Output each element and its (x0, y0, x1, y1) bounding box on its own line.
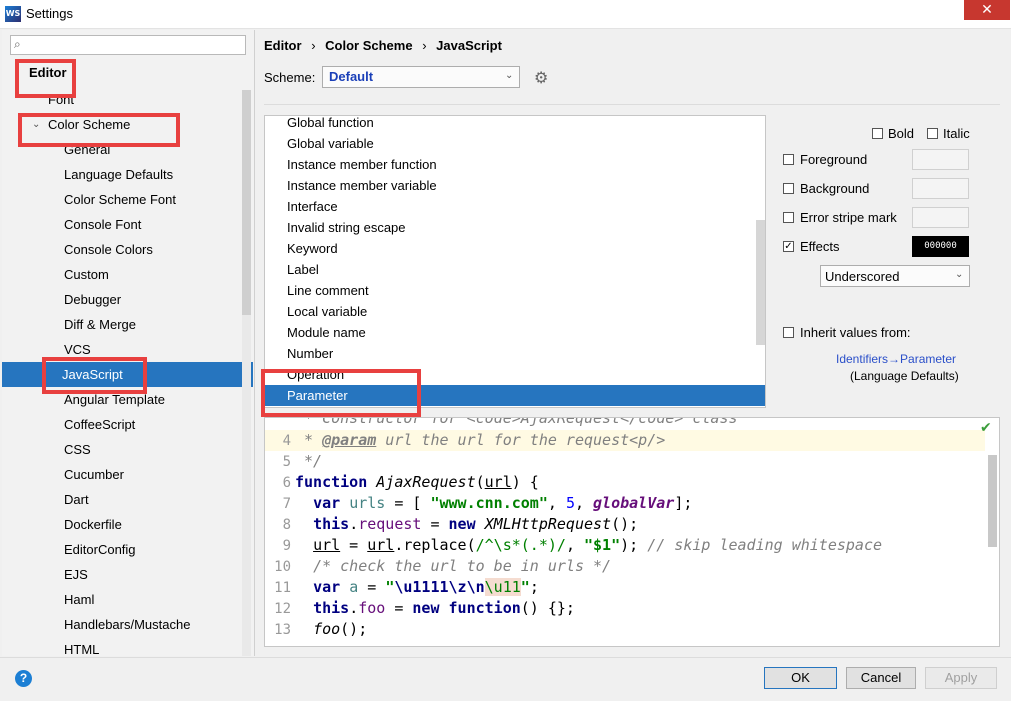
ok-button[interactable]: OK (764, 667, 837, 689)
scheme-label: Scheme: (264, 70, 316, 85)
tree-item-custom[interactable]: Custom (64, 262, 109, 287)
error-stripe-color-swatch[interactable] (912, 207, 969, 228)
gear-icon[interactable]: ⚙ (534, 68, 548, 87)
code-line: 10 /* check the url to be in urls */ (274, 557, 612, 575)
tree-item-cucumber[interactable]: Cucumber (64, 462, 124, 487)
annotation-box-color-scheme (18, 113, 180, 147)
breadcrumb-editor: Editor (264, 38, 302, 53)
inherit-link[interactable]: Identifiers→Parameter (836, 352, 956, 366)
foreground-checkbox[interactable] (783, 154, 794, 165)
code-line: 12 this.foo = new function() {}; (274, 599, 575, 617)
list-item-line-comment[interactable]: Line comment (287, 280, 369, 301)
error-stripe-checkbox[interactable] (783, 212, 794, 223)
background-label: Background (800, 181, 870, 196)
scheme-value: Default (329, 69, 374, 84)
italic-checkbox[interactable] (927, 128, 938, 139)
annotation-box-editor (15, 59, 76, 98)
divider (0, 657, 1011, 658)
inherit-source: (Language Defaults) (850, 369, 959, 383)
close-button[interactable]: ✕ (964, 0, 1010, 20)
help-icon[interactable]: ? (15, 670, 32, 687)
background-checkbox[interactable] (783, 183, 794, 194)
tree-item-color-scheme-font[interactable]: Color Scheme Font (64, 187, 176, 212)
code-line: 13 foo(); (274, 620, 368, 638)
list-item-interface[interactable]: Interface (287, 196, 338, 217)
title-bar: WS Settings ✕ (0, 0, 1011, 29)
tree-item-editorconfig[interactable]: EditorConfig (64, 537, 136, 562)
error-stripe-label: Error stripe mark (800, 210, 897, 225)
list-item-instance-member-variable[interactable]: Instance member variable (287, 175, 437, 196)
foreground-color-swatch[interactable] (912, 149, 969, 170)
foreground-label: Foreground (800, 152, 868, 167)
list-item-number[interactable]: Number (287, 343, 333, 364)
tree-item-console-colors[interactable]: Console Colors (64, 237, 153, 262)
tree-scrollbar-thumb[interactable] (242, 90, 251, 315)
app-logo-icon: WS (5, 6, 21, 22)
effects-color-swatch[interactable]: 000000 (912, 236, 969, 257)
apply-button[interactable]: Apply (925, 667, 997, 689)
tree-item-html[interactable]: HTML (64, 637, 99, 662)
tree-item-css[interactable]: CSS (64, 437, 91, 462)
list-item-invalid-string-escape[interactable]: Invalid string escape (287, 217, 406, 238)
attribute-list-scrollbar[interactable] (756, 220, 765, 345)
bold-label: Bold (888, 126, 915, 141)
code-line: 4 * @param url the url for the request<p… (265, 430, 985, 451)
code-line: * Constructor for <code>AjaxRequest</cod… (295, 417, 738, 427)
effects-label: Effects (800, 239, 840, 254)
search-icon: ⌕ (14, 37, 21, 51)
code-preview[interactable]: * Constructor for <code>AjaxRequest</cod… (264, 417, 1000, 647)
breadcrumb-separator: › (311, 38, 316, 53)
code-line: 7 var urls = [ "www.cnn.com", 5, globalV… (282, 494, 693, 512)
breadcrumb: Editor › Color Scheme › JavaScript (264, 38, 502, 53)
tree-item-ejs[interactable]: EJS (64, 562, 88, 587)
annotation-box-parameter (261, 369, 421, 417)
list-item-module-name[interactable]: Module name (287, 322, 366, 343)
breadcrumb-javascript: JavaScript (436, 38, 502, 53)
window-title: Settings (26, 6, 73, 21)
chevron-down-icon: ⌄ (955, 269, 964, 280)
tree-item-dockerfile[interactable]: Dockerfile (64, 512, 122, 537)
code-line: 5 */ (282, 452, 323, 470)
tree-item-coffeescript[interactable]: CoffeeScript (64, 412, 135, 437)
tree-item-debugger[interactable]: Debugger (64, 287, 121, 312)
effects-checkbox[interactable]: ✓ (783, 241, 794, 252)
tree-item-console-font[interactable]: Console Font (64, 212, 141, 237)
code-line: 11 var a = "\u1111\z\n\u11"; (274, 578, 539, 596)
code-line: 6 function AjaxRequest(url) { (282, 473, 539, 491)
italic-label: Italic (943, 126, 970, 141)
list-item-instance-member-function[interactable]: Instance member function (287, 154, 437, 175)
effects-type-select[interactable]: Underscored ⌄ (820, 265, 970, 287)
scheme-select[interactable]: Default ⌄ (322, 66, 520, 88)
cancel-button[interactable]: Cancel (846, 667, 916, 689)
code-line: 9 url = url.replace(/^\s*(.*)/, "$1"); /… (282, 536, 883, 554)
tree-item-haml[interactable]: Haml (64, 587, 94, 612)
tree-item-handlebars-mustache[interactable]: Handlebars/Mustache (64, 612, 190, 637)
tree-item-dart[interactable]: Dart (64, 487, 89, 512)
search-input[interactable]: ⌕ (10, 35, 246, 55)
check-icon: ✔ (980, 420, 992, 436)
list-item-global-function[interactable]: Global function (287, 116, 374, 133)
list-item-label[interactable]: Label (287, 259, 319, 280)
breadcrumb-color-scheme: Color Scheme (325, 38, 413, 53)
code-scrollbar[interactable] (988, 455, 997, 547)
bold-checkbox[interactable] (872, 128, 883, 139)
tree-item-language-defaults[interactable]: Language Defaults (64, 162, 173, 187)
background-color-swatch[interactable] (912, 178, 969, 199)
list-item-local-variable[interactable]: Local variable (287, 301, 367, 322)
effects-type-value: Underscored (825, 269, 900, 284)
inherit-label: Inherit values from: (800, 325, 911, 340)
code-line: 8 this.request = new XMLHttpRequest(); (282, 515, 639, 533)
tree-item-diff-merge[interactable]: Diff & Merge (64, 312, 136, 337)
list-item-global-variable[interactable]: Global variable (287, 133, 374, 154)
chevron-down-icon: ⌄ (505, 70, 514, 81)
list-item-keyword[interactable]: Keyword (287, 238, 338, 259)
attribute-list[interactable]: Global function Global variable Instance… (264, 115, 766, 408)
divider (264, 104, 1000, 105)
breadcrumb-separator: › (422, 38, 427, 53)
annotation-box-javascript (42, 357, 147, 394)
inherit-checkbox[interactable] (783, 327, 794, 338)
